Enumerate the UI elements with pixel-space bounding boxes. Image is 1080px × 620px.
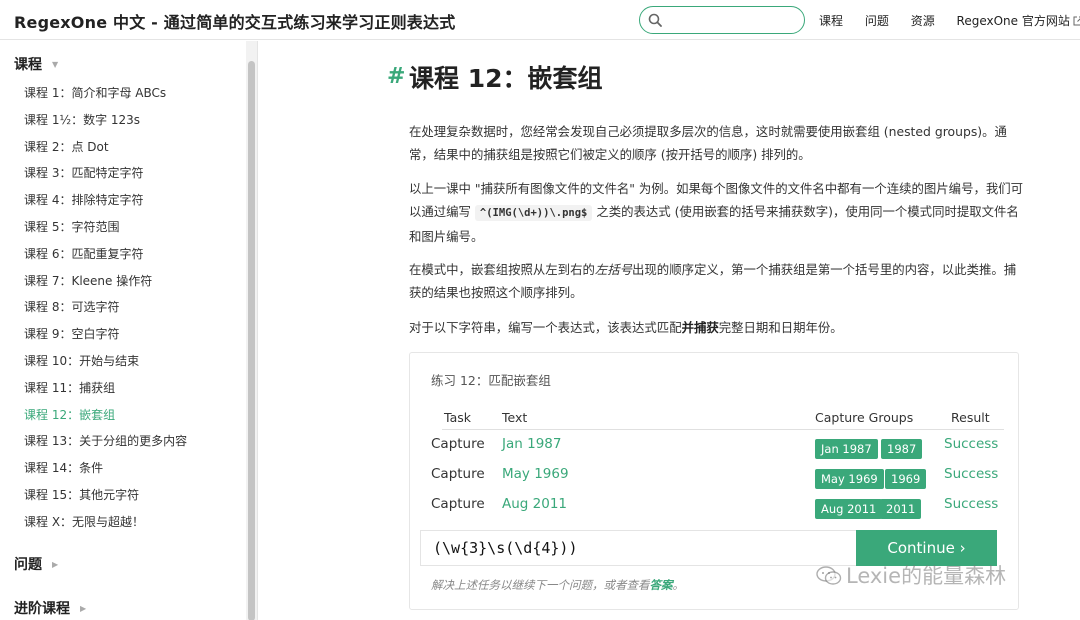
sidebar-section-problems[interactable]: 问题 ▶	[14, 554, 58, 574]
sidebar-lesson-item[interactable]: 课程 3：匹配特定字符	[24, 164, 187, 191]
nav-link-resources[interactable]: 资源	[911, 12, 935, 29]
capture-group-tag: 2011	[880, 499, 922, 519]
sidebar-scrollbar[interactable]	[246, 41, 257, 620]
row-text: May 1969	[502, 466, 569, 482]
watermark-text: Lexie的能量森林	[846, 564, 1007, 588]
row-result: Success	[944, 496, 999, 512]
table-row: Capture May 1969 May 1969 1969 Success	[410, 466, 1020, 496]
capture-group-tag: 1987	[881, 439, 923, 459]
paragraph-2: 以上一课中 "捕获所有图像文件的文件名" 为例。如果每个图像文件的文件名中都有一…	[409, 177, 1024, 248]
sidebar-lesson-item[interactable]: 课程 13：关于分组的更多内容	[24, 432, 187, 459]
paragraph-4: 对于以下字符串，编写一个表达式，该表达式匹配并捕获完整日期和日期年份。	[409, 316, 1024, 339]
sidebar-lesson-item[interactable]: 课程 8：可选字符	[24, 298, 187, 325]
strong-text: 并捕获	[681, 320, 719, 335]
sidebar-lesson-item[interactable]: 课程 1：简介和字母 ABCs	[24, 84, 187, 111]
sidebar-lesson-item[interactable]: 课程 14：条件	[24, 459, 187, 486]
answer-link[interactable]: 答案	[650, 578, 673, 592]
column-header-result: Result	[951, 410, 990, 425]
row-result: Success	[944, 466, 999, 482]
paragraph-1: 在处理复杂数据时，您经常会发现自己必须提取多层次的信息，这时就需要使用嵌套组 (…	[409, 124, 1007, 162]
main-content: # 课程 12：嵌套组 在处理复杂数据时，您经常会发现自己必须提取多层次的信息，…	[259, 41, 1080, 620]
paragraph-text: 完整日期和日期年份。	[718, 320, 843, 335]
search-input[interactable]	[666, 10, 798, 30]
sidebar-lesson-item-active[interactable]: 课程 12：嵌套组	[24, 406, 187, 433]
paragraph-text: 对于以下字符串，编写一个表达式，该表达式匹配	[409, 320, 682, 335]
search-icon	[648, 13, 662, 27]
watermark: Lexie的能量森林	[816, 560, 1006, 590]
paragraph-text: 在模式中，嵌套组按照从左到右的	[409, 262, 595, 277]
capture-group-tag: Aug 2011	[815, 499, 883, 519]
scrollbar-thumb[interactable]	[248, 61, 255, 620]
table-row: Capture Aug 2011 Aug 2011 2011 Success	[410, 496, 1020, 526]
nav-link-problems[interactable]: 问题	[865, 12, 889, 29]
sidebar: 课程 ▼ 课程 1：简介和字母 ABCs 课程 1½：数字 123s 课程 2：点…	[0, 41, 258, 620]
sidebar-section-advanced[interactable]: 进阶课程 ▶	[14, 598, 86, 618]
regex-input[interactable]	[420, 530, 856, 566]
sidebar-lesson-item[interactable]: 课程 15：其他元字符	[24, 486, 187, 513]
sidebar-lesson-item[interactable]: 课程 2：点 Dot	[24, 138, 187, 165]
sidebar-lesson-item[interactable]: 课程 5：字符范围	[24, 218, 187, 245]
external-link-icon	[1073, 16, 1080, 26]
table-header-divider	[442, 429, 1004, 430]
top-nav: 课程 问题 资源 RegexOne 官方网站	[819, 12, 1080, 29]
caret-down-icon: ▼	[52, 60, 59, 69]
capture-group-tag: May 1969	[815, 469, 884, 489]
caret-right-icon: ▶	[52, 560, 59, 569]
column-header-text: Text	[502, 410, 528, 425]
exercise-title: 练习 12：匹配嵌套组	[431, 373, 551, 388]
sidebar-section-label: 课程	[14, 57, 42, 73]
hint-text: 解决上述任务以继续下一个问题，或者查看	[431, 578, 650, 592]
hint-text: 。	[672, 578, 685, 592]
row-task: Capture	[431, 436, 485, 452]
exercise-hint: 解决上述任务以继续下一个问题，或者查看答案。	[431, 577, 684, 593]
column-header-task: Task	[444, 410, 471, 425]
row-task: Capture	[431, 496, 485, 512]
sidebar-lesson-item[interactable]: 课程 6：匹配重复字符	[24, 245, 187, 272]
sidebar-section-label: 问题	[14, 557, 42, 573]
lesson-list: 课程 1：简介和字母 ABCs 课程 1½：数字 123s 课程 2：点 Dot…	[24, 84, 187, 540]
site-title[interactable]: RegexOne 中文 - 通过简单的交互式练习来学习正则表达式	[14, 9, 455, 33]
row-task: Capture	[431, 466, 485, 482]
sidebar-lesson-item[interactable]: 课程 4：排除特定字符	[24, 191, 187, 218]
capture-group-tag: Jan 1987	[815, 439, 878, 459]
sidebar-lesson-item[interactable]: 课程 7：Kleene 操作符	[24, 272, 187, 299]
row-text: Aug 2011	[502, 496, 568, 512]
sidebar-section-label: 进阶课程	[14, 601, 70, 617]
nav-link-official-site[interactable]: RegexOne 官方网站	[957, 12, 1080, 29]
page-title: 课程 12：嵌套组	[409, 64, 603, 93]
emphasis-text: 左括号	[594, 262, 633, 277]
nav-link-official-site-label: RegexOne 官方网站	[956, 14, 1070, 28]
sidebar-lesson-item[interactable]: 课程 9：空白字符	[24, 325, 187, 352]
sidebar-lesson-item[interactable]: 课程 X：无限与超越！	[24, 513, 187, 540]
row-result: Success	[944, 436, 999, 452]
sidebar-lesson-item[interactable]: 课程 11：捕获组	[24, 379, 187, 406]
table-row: Capture Jan 1987 Jan 1987 1987 Success	[410, 436, 1020, 466]
capture-group-tag: 1969	[885, 469, 927, 489]
column-header-capture-groups: Capture Groups	[815, 410, 914, 425]
row-text: Jan 1987	[502, 436, 562, 452]
top-header: RegexOne 中文 - 通过简单的交互式练习来学习正则表达式 课程 问题 资…	[0, 0, 1080, 40]
nav-link-lessons[interactable]: 课程	[819, 12, 843, 29]
sidebar-section-lessons[interactable]: 课程 ▼	[14, 54, 58, 74]
wechat-icon	[816, 566, 842, 585]
sidebar-lesson-item[interactable]: 课程 1½：数字 123s	[24, 111, 187, 138]
heading-anchor[interactable]: #	[387, 64, 405, 89]
search-box[interactable]	[639, 6, 805, 34]
caret-right-icon: ▶	[80, 604, 87, 613]
paragraph-3: 在模式中，嵌套组按照从左到右的左括号出现的顺序定义，第一个捕获组是第一个括号里的…	[409, 258, 1024, 304]
inline-code: ^(IMG(\d+))\.png$	[474, 205, 593, 221]
sidebar-lesson-item[interactable]: 课程 10：开始与结束	[24, 352, 187, 379]
